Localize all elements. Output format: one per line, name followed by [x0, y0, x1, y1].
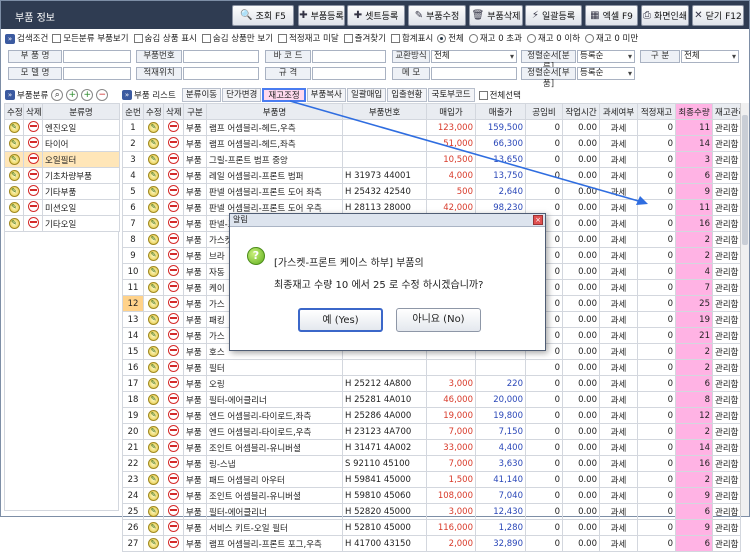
part-number-cell: H 52810 45000	[342, 519, 427, 536]
delete-icon[interactable]	[168, 520, 179, 532]
buy-price-cell: 2,000	[426, 535, 476, 552]
part-name-cell: 램프 어셈블리-프론트 포그,우측	[206, 535, 343, 552]
tax-cell: 과세	[599, 535, 638, 552]
stock-mgmt-cell: 관리함	[712, 535, 741, 552]
stock-mgmt-cell: 관리함	[712, 519, 741, 536]
work-time-cell: 0.00	[562, 535, 600, 552]
final-qty-cell[interactable]: 9	[675, 519, 713, 536]
delete-cell[interactable]	[163, 519, 184, 536]
type-cell: 부품	[183, 535, 207, 552]
delete-icon[interactable]	[168, 536, 179, 548]
sell-price-cell: 32,890	[475, 535, 526, 552]
dialog-close-icon[interactable]: ×	[533, 215, 543, 225]
dialog-message-line2: 최종재고 수량 10 에서 25 로 수정 하시겠습니까?	[274, 280, 484, 291]
dialog-titlebar: 알림 ×	[230, 214, 545, 227]
table-row[interactable]: 26 ✎ 부품 서비스 키트-오일 필터 H 52810 45000 116,000 1,2…	[122, 519, 741, 536]
labor-cell: 0	[525, 519, 563, 536]
yes-button[interactable]: 예 (Yes)	[298, 308, 383, 332]
row-number: 26	[122, 519, 144, 536]
sell-price-cell: 1,280	[475, 519, 526, 536]
part-number-cell: H 41700 43150	[342, 535, 427, 552]
optimal-stock-cell: 0	[637, 519, 676, 536]
confirm-dialog: 알림 × ? [가스켓-프론트 케이스 하부] 부품의 최종재고 수량 10 에…	[229, 213, 546, 351]
row-number: 27	[122, 535, 144, 552]
type-cell: 부품	[183, 519, 207, 536]
labor-cell: 0	[525, 535, 563, 552]
annotation-arrow-line	[289, 100, 643, 203]
part-name-cell: 서비스 키트-오일 필터	[206, 519, 343, 536]
table-row[interactable]: 27 ✎ 부품 램프 어셈블리-프론트 포그,우측 H 41700 43150 2,000…	[122, 535, 741, 552]
question-icon: ?	[247, 247, 265, 265]
optimal-stock-cell: 0	[637, 535, 676, 552]
work-time-cell: 0.00	[562, 519, 600, 536]
edit-icon[interactable]: ✎	[148, 522, 159, 533]
edit-icon[interactable]: ✎	[148, 538, 159, 549]
dialog-title: 알림	[233, 215, 248, 224]
edit-cell[interactable]: ✎	[143, 535, 164, 552]
dialog-message-line1: [가스켓-프론트 케이스 하부] 부품의	[274, 258, 424, 269]
no-button[interactable]: 아니요 (No)	[396, 308, 481, 332]
buy-price-cell: 116,000	[426, 519, 476, 536]
final-qty-cell[interactable]: 6	[675, 535, 713, 552]
edit-cell[interactable]: ✎	[143, 519, 164, 536]
delete-cell[interactable]	[163, 535, 184, 552]
tax-cell: 과세	[599, 519, 638, 536]
